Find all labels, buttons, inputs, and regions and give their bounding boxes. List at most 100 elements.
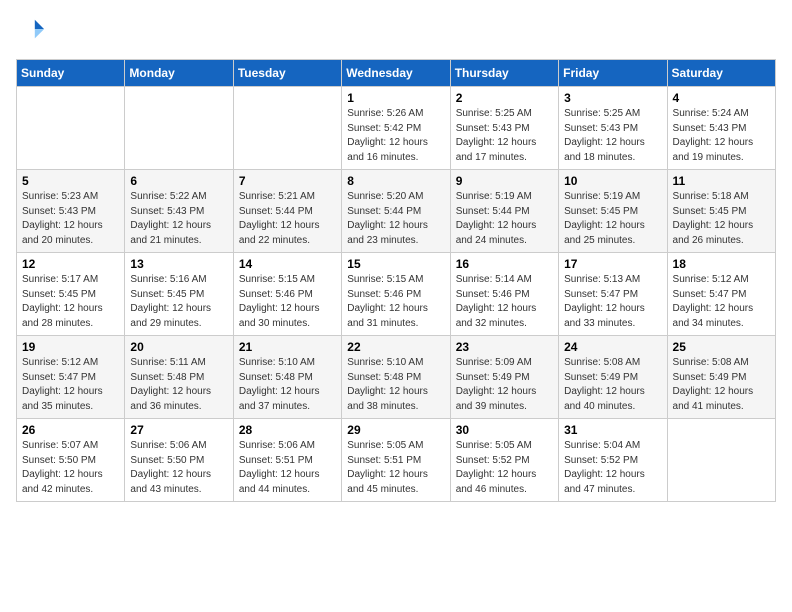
- logo: [16, 16, 46, 49]
- calendar-cell: 10Sunrise: 5:19 AM Sunset: 5:45 PM Dayli…: [559, 170, 667, 253]
- calendar-cell: 12 Sunrise: 5:17 AM Sunset: 5:45 PM Dayli…: [17, 253, 125, 336]
- page-header: [16, 16, 776, 49]
- day-info: Sunrise: 5:05 AM Sunset: 5:52 PM Dayligh…: [456, 439, 553, 497]
- day-number: 22: [347, 340, 444, 354]
- weekday-header: Tuesday: [233, 60, 341, 87]
- day-info: Sunrise: 5:15 AM Sunset: 5:46 PM Dayligh…: [347, 273, 444, 331]
- day-info: Sunrise: 5:08 AM Sunset: 5:49 PM Dayligh…: [564, 356, 661, 414]
- day-number: 2: [456, 91, 553, 105]
- day-number: 30: [456, 423, 553, 437]
- day-number: 20: [130, 340, 227, 354]
- day-number: 5: [22, 174, 119, 188]
- calendar-week: 26 Sunrise: 5:07 AM Sunset: 5:50 PM Dayli…: [17, 419, 776, 502]
- day-number: 27: [130, 423, 227, 437]
- day-number: 1: [347, 91, 444, 105]
- day-number: 17: [564, 257, 661, 271]
- calendar-cell: 18Sunrise: 5:12 AM Sunset: 5:47 PM Dayli…: [667, 253, 775, 336]
- day-info: Sunrise: 5:22 AM Sunset: 5:43 PM Dayligh…: [130, 190, 227, 248]
- calendar-cell: [667, 419, 775, 502]
- day-number: 12: [22, 257, 119, 271]
- calendar-week: 1 Sunrise: 5:26 AM Sunset: 5:42 PM Daylig…: [17, 87, 776, 170]
- day-info: Sunrise: 5:07 AM Sunset: 5:50 PM Dayligh…: [22, 439, 119, 497]
- day-info: Sunrise: 5:12 AM Sunset: 5:47 PM Dayligh…: [673, 273, 770, 331]
- calendar-cell: [233, 87, 341, 170]
- weekday-header: Monday: [125, 60, 233, 87]
- day-info: Sunrise: 5:25 AM Sunset: 5:43 PM Dayligh…: [564, 107, 661, 165]
- calendar-cell: 11Sunrise: 5:18 AM Sunset: 5:45 PM Dayli…: [667, 170, 775, 253]
- calendar-cell: 21 Sunrise: 5:10 AM Sunset: 5:48 PM Dayli…: [233, 336, 341, 419]
- day-info: Sunrise: 5:20 AM Sunset: 5:44 PM Dayligh…: [347, 190, 444, 248]
- day-info: Sunrise: 5:10 AM Sunset: 5:48 PM Dayligh…: [239, 356, 336, 414]
- day-number: 6: [130, 174, 227, 188]
- day-info: Sunrise: 5:16 AM Sunset: 5:45 PM Dayligh…: [130, 273, 227, 331]
- calendar-cell: 17Sunrise: 5:13 AM Sunset: 5:47 PM Dayli…: [559, 253, 667, 336]
- day-info: Sunrise: 5:10 AM Sunset: 5:48 PM Dayligh…: [347, 356, 444, 414]
- calendar-cell: 7 Sunrise: 5:21 AM Sunset: 5:44 PM Daylig…: [233, 170, 341, 253]
- calendar-cell: 8 Sunrise: 5:20 AM Sunset: 5:44 PM Daylig…: [342, 170, 450, 253]
- calendar-cell: 16 Sunrise: 5:14 AM Sunset: 5:46 PM Dayli…: [450, 253, 558, 336]
- calendar-cell: 28 Sunrise: 5:06 AM Sunset: 5:51 PM Dayli…: [233, 419, 341, 502]
- calendar-cell: 14 Sunrise: 5:15 AM Sunset: 5:46 PM Dayli…: [233, 253, 341, 336]
- calendar: SundayMondayTuesdayWednesdayThursdayFrid…: [16, 59, 776, 502]
- calendar-cell: 20 Sunrise: 5:11 AM Sunset: 5:48 PM Dayli…: [125, 336, 233, 419]
- day-info: Sunrise: 5:15 AM Sunset: 5:46 PM Dayligh…: [239, 273, 336, 331]
- day-info: Sunrise: 5:21 AM Sunset: 5:44 PM Dayligh…: [239, 190, 336, 248]
- day-info: Sunrise: 5:04 AM Sunset: 5:52 PM Dayligh…: [564, 439, 661, 497]
- calendar-cell: 15Sunrise: 5:15 AM Sunset: 5:46 PM Dayli…: [342, 253, 450, 336]
- day-info: Sunrise: 5:12 AM Sunset: 5:47 PM Dayligh…: [22, 356, 119, 414]
- weekday-header: Wednesday: [342, 60, 450, 87]
- calendar-cell: 1 Sunrise: 5:26 AM Sunset: 5:42 PM Daylig…: [342, 87, 450, 170]
- day-info: Sunrise: 5:06 AM Sunset: 5:51 PM Dayligh…: [239, 439, 336, 497]
- calendar-cell: 19Sunrise: 5:12 AM Sunset: 5:47 PM Dayli…: [17, 336, 125, 419]
- day-info: Sunrise: 5:23 AM Sunset: 5:43 PM Dayligh…: [22, 190, 119, 248]
- calendar-cell: 29Sunrise: 5:05 AM Sunset: 5:51 PM Dayli…: [342, 419, 450, 502]
- calendar-cell: 23Sunrise: 5:09 AM Sunset: 5:49 PM Dayli…: [450, 336, 558, 419]
- day-info: Sunrise: 5:26 AM Sunset: 5:42 PM Dayligh…: [347, 107, 444, 165]
- day-number: 7: [239, 174, 336, 188]
- calendar-cell: [125, 87, 233, 170]
- calendar-cell: 25Sunrise: 5:08 AM Sunset: 5:49 PM Dayli…: [667, 336, 775, 419]
- day-number: 24: [564, 340, 661, 354]
- day-info: Sunrise: 5:06 AM Sunset: 5:50 PM Dayligh…: [130, 439, 227, 497]
- day-number: 26: [22, 423, 119, 437]
- calendar-cell: 26 Sunrise: 5:07 AM Sunset: 5:50 PM Dayli…: [17, 419, 125, 502]
- calendar-cell: 30 Sunrise: 5:05 AM Sunset: 5:52 PM Dayli…: [450, 419, 558, 502]
- calendar-cell: 4Sunrise: 5:24 AM Sunset: 5:43 PM Daylig…: [667, 87, 775, 170]
- calendar-cell: 22 Sunrise: 5:10 AM Sunset: 5:48 PM Dayli…: [342, 336, 450, 419]
- calendar-cell: 2 Sunrise: 5:25 AM Sunset: 5:43 PM Daylig…: [450, 87, 558, 170]
- day-number: 14: [239, 257, 336, 271]
- day-number: 28: [239, 423, 336, 437]
- day-number: 25: [673, 340, 770, 354]
- calendar-cell: 24 Sunrise: 5:08 AM Sunset: 5:49 PM Dayli…: [559, 336, 667, 419]
- day-number: 3: [564, 91, 661, 105]
- calendar-cell: [17, 87, 125, 170]
- day-info: Sunrise: 5:17 AM Sunset: 5:45 PM Dayligh…: [22, 273, 119, 331]
- day-number: 13: [130, 257, 227, 271]
- logo-icon: [18, 16, 46, 44]
- day-info: Sunrise: 5:19 AM Sunset: 5:45 PM Dayligh…: [564, 190, 661, 248]
- day-info: Sunrise: 5:11 AM Sunset: 5:48 PM Dayligh…: [130, 356, 227, 414]
- day-number: 16: [456, 257, 553, 271]
- calendar-cell: 27 Sunrise: 5:06 AM Sunset: 5:50 PM Dayli…: [125, 419, 233, 502]
- day-info: Sunrise: 5:19 AM Sunset: 5:44 PM Dayligh…: [456, 190, 553, 248]
- day-info: Sunrise: 5:18 AM Sunset: 5:45 PM Dayligh…: [673, 190, 770, 248]
- calendar-cell: 9 Sunrise: 5:19 AM Sunset: 5:44 PM Daylig…: [450, 170, 558, 253]
- calendar-header: SundayMondayTuesdayWednesdayThursdayFrid…: [17, 60, 776, 87]
- day-info: Sunrise: 5:09 AM Sunset: 5:49 PM Dayligh…: [456, 356, 553, 414]
- day-info: Sunrise: 5:24 AM Sunset: 5:43 PM Dayligh…: [673, 107, 770, 165]
- day-info: Sunrise: 5:05 AM Sunset: 5:51 PM Dayligh…: [347, 439, 444, 497]
- calendar-cell: 13 Sunrise: 5:16 AM Sunset: 5:45 PM Dayli…: [125, 253, 233, 336]
- day-number: 9: [456, 174, 553, 188]
- day-info: Sunrise: 5:14 AM Sunset: 5:46 PM Dayligh…: [456, 273, 553, 331]
- day-number: 8: [347, 174, 444, 188]
- calendar-week: 19Sunrise: 5:12 AM Sunset: 5:47 PM Dayli…: [17, 336, 776, 419]
- day-number: 31: [564, 423, 661, 437]
- weekday-header: Thursday: [450, 60, 558, 87]
- weekday-row: SundayMondayTuesdayWednesdayThursdayFrid…: [17, 60, 776, 87]
- calendar-cell: 5 Sunrise: 5:23 AM Sunset: 5:43 PM Daylig…: [17, 170, 125, 253]
- calendar-cell: 6 Sunrise: 5:22 AM Sunset: 5:43 PM Daylig…: [125, 170, 233, 253]
- weekday-header: Sunday: [17, 60, 125, 87]
- weekday-header: Friday: [559, 60, 667, 87]
- day-info: Sunrise: 5:25 AM Sunset: 5:43 PM Dayligh…: [456, 107, 553, 165]
- day-number: 21: [239, 340, 336, 354]
